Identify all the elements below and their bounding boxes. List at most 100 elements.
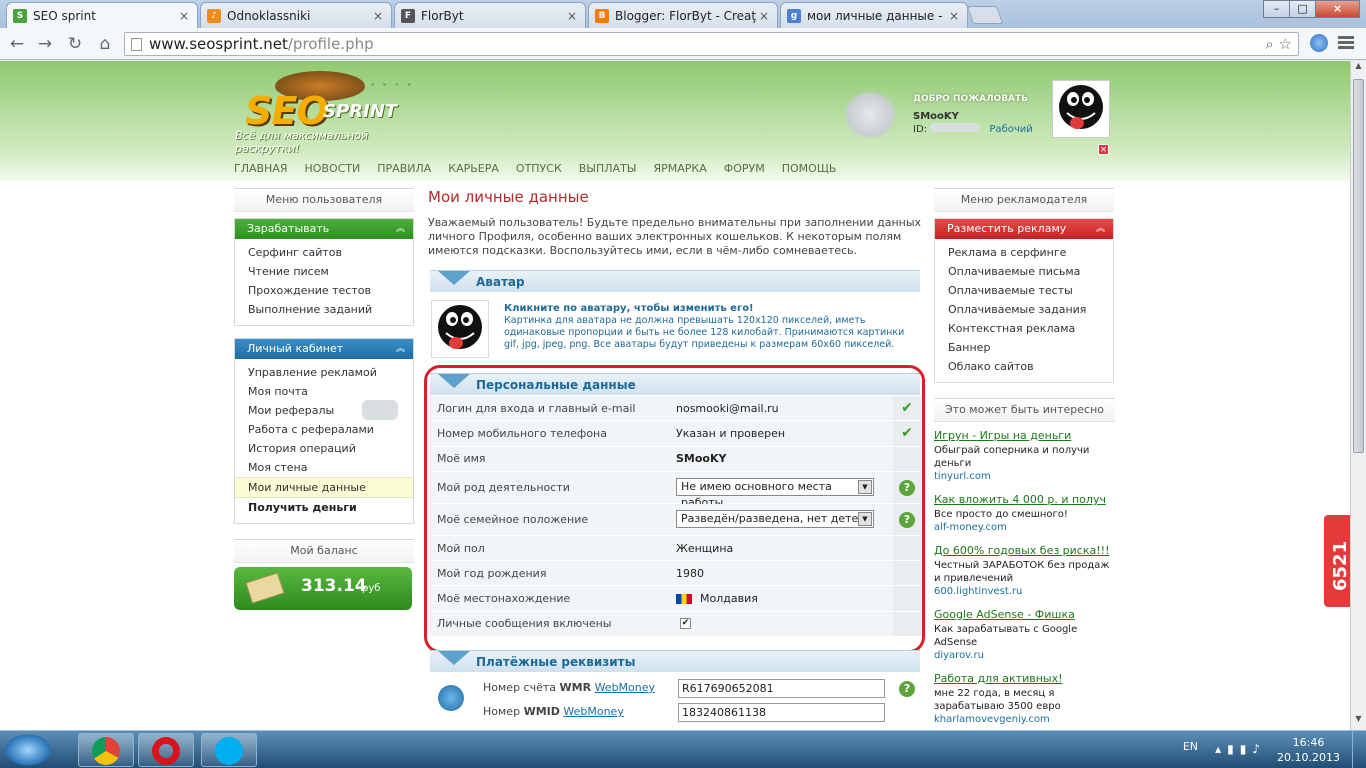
reload-button[interactable]: ↻ — [64, 33, 86, 55]
help-icon[interactable]: ? — [899, 681, 915, 697]
star-icon[interactable]: ☆ — [1279, 35, 1292, 53]
taskbar-chrome[interactable] — [78, 733, 134, 767]
close-tab-icon[interactable]: × — [565, 9, 579, 23]
main-nav: ГЛАВНАЯ НОВОСТИ ПРАВИЛА КАРЬЕРА ОТПУСК В… — [234, 162, 853, 175]
nav-news[interactable]: НОВОСТИ — [305, 162, 361, 175]
new-tab-button[interactable] — [966, 6, 1004, 24]
extension-icon[interactable] — [1310, 34, 1328, 52]
user-avatar[interactable] — [1052, 80, 1110, 138]
tab-florbyt[interactable]: F FlorByt × — [394, 2, 586, 28]
ads-box: Разместить рекламу ︽ Реклама в серфинге О… — [934, 218, 1114, 383]
chrome-icon — [92, 737, 120, 765]
interest-header: Это может быть интересно — [934, 398, 1115, 422]
profile-avatar[interactable] — [431, 300, 489, 358]
close-tab-icon[interactable]: × — [177, 9, 191, 23]
side-counter-tab[interactable]: 6521 — [1322, 513, 1350, 609]
list-item: Работа для активных! мне 22 года, в меся… — [934, 672, 1063, 725]
intro-text: Уважаемый пользователь! Будьте предельно… — [428, 216, 922, 257]
balance-header: Мой баланс — [234, 539, 414, 563]
language-indicator[interactable]: EN — [1183, 740, 1198, 753]
tab-google[interactable]: g мои личные данные - По × — [780, 2, 968, 28]
tab-odnoklassniki[interactable]: ♪ Odnoklassniki × — [200, 2, 392, 28]
nav-career[interactable]: КАРЬЕРА — [448, 162, 499, 175]
menu-item-referral-work[interactable]: Работа с рефералами — [235, 420, 413, 439]
window-controls: – □ × — [1263, 0, 1360, 18]
back-button[interactable]: ← — [6, 33, 28, 55]
avatar-section-header: Аватар — [430, 270, 920, 292]
webmoney-globe-icon — [438, 685, 464, 711]
opera-icon — [152, 737, 180, 765]
welcome-block: ДОБРО ПОЖАЛОВАТЬ SMooKY ID: Рабочий — [913, 94, 1033, 135]
list-item: Игрун - Игры на деньги Обыграй соперника… — [934, 429, 1090, 482]
menu-item-context-ads[interactable]: Контекстная реклама — [935, 319, 1113, 338]
site-logo[interactable]: SEO SPRINT ˅ ˅ ˅ ˅ Всё для максимальной … — [205, 71, 435, 155]
forward-button[interactable]: → — [34, 33, 56, 55]
menu-item-tasks[interactable]: Выполнение заданий — [235, 300, 413, 319]
balance-panel[interactable]: 313.14 руб — [234, 567, 412, 610]
home-button[interactable]: ⌂ — [94, 33, 116, 55]
start-button[interactable] — [2, 732, 54, 768]
menu-item-ads-manage[interactable]: Управление рекламой — [235, 363, 413, 382]
menu-item-mail[interactable]: Моя почта — [235, 382, 413, 401]
close-window-button[interactable]: × — [1315, 0, 1360, 18]
address-bar[interactable]: www.seosprint.net/profile.php ⌕ ☆ — [124, 32, 1299, 56]
taskbar-skype[interactable] — [201, 733, 257, 767]
webmoney-link[interactable]: WebMoney — [595, 681, 655, 694]
clock[interactable]: 16:46 20.10.2013 — [1277, 735, 1340, 765]
search-icon[interactable]: ⌕ — [1265, 35, 1273, 53]
menu-item-surfing[interactable]: Серфинг сайтов — [235, 243, 413, 262]
blurred-badge — [362, 400, 399, 420]
close-tab-icon[interactable]: × — [757, 9, 771, 23]
google-icon: g — [787, 8, 801, 23]
list-item: Как вложить 4 000 р. и получ Все просто … — [934, 493, 1106, 533]
scroll-down-icon: ▼ — [1355, 714, 1362, 723]
blurred-id — [930, 123, 981, 132]
avatar-help: Кликните по аватару, чтобы изменить его!… — [504, 303, 905, 350]
menu-item-get-money[interactable]: Получить деньги — [235, 498, 413, 517]
webmoney-link[interactable]: WebMoney — [563, 705, 623, 718]
nav-payouts[interactable]: ВЫПЛАТЫ — [579, 162, 637, 175]
cabinet-box-title[interactable]: Личный кабинет ︽ — [235, 339, 413, 359]
show-desktop-button[interactable] — [1352, 731, 1366, 768]
wmr-label: Номер счёта WMR WebMoney — [483, 681, 656, 694]
earn-box-title[interactable]: Зарабатывать ︽ — [235, 219, 413, 239]
nav-help[interactable]: ПОМОЩЬ — [782, 162, 837, 175]
wmid-input[interactable]: 183240861138 — [678, 703, 885, 722]
tab-blogger[interactable]: B Blogger: FlorByt - Creaţi o × — [588, 2, 778, 28]
minimize-button[interactable]: – — [1263, 0, 1290, 18]
blogger-icon: B — [595, 8, 609, 23]
nav-fair[interactable]: ЯРМАРКА — [654, 162, 707, 175]
close-tab-icon[interactable]: × — [371, 9, 385, 23]
page-icon — [131, 38, 142, 51]
menu-item-tests[interactable]: Прохождение тестов — [235, 281, 413, 300]
nav-forum[interactable]: ФОРУМ — [724, 162, 765, 175]
menu-item-paid-tasks[interactable]: Оплачиваемые задания — [935, 300, 1113, 319]
nav-vacation[interactable]: ОТПУСК — [516, 162, 562, 175]
menu-item-surf-ads[interactable]: Реклама в серфинге — [935, 243, 1113, 262]
menu-item-site-cloud[interactable]: Облако сайтов — [935, 357, 1113, 376]
menu-icon[interactable] — [1338, 36, 1354, 51]
menu-item-referrals[interactable]: Мои рефералы — [235, 400, 413, 420]
menu-item-banner[interactable]: Баннер — [935, 338, 1113, 357]
maximize-button[interactable]: □ — [1289, 0, 1316, 18]
nav-home[interactable]: ГЛАВНАЯ — [234, 162, 288, 175]
interest-list: Игрун - Игры на деньги Обыграй соперника… — [934, 429, 1119, 730]
smiley-avatar-icon — [438, 305, 482, 349]
blurred-avatar — [844, 91, 896, 139]
close-tab-icon[interactable]: × — [947, 9, 961, 23]
tray-icons[interactable]: ▴▮▮♪ — [1215, 742, 1266, 756]
taskbar-opera[interactable] — [138, 733, 194, 767]
tab-seosprint[interactable]: S SEO sprint × — [6, 2, 198, 28]
menu-item-paid-tests[interactable]: Оплачиваемые тесты — [935, 281, 1113, 300]
wmr-input[interactable]: R617690652081 — [678, 679, 885, 698]
scrollbar-thumb[interactable] — [1353, 79, 1364, 453]
menu-item-wall[interactable]: Моя стена — [235, 458, 413, 477]
menu-item-personal-data[interactable]: Мои личные данные — [235, 477, 413, 498]
menu-item-paid-letters[interactable]: Оплачиваемые письма — [935, 262, 1113, 281]
close-icon[interactable]: × — [1098, 144, 1109, 155]
page-scrollbar[interactable]: ▲ ▼ — [1350, 61, 1366, 730]
menu-item-history[interactable]: История операций — [235, 439, 413, 458]
ads-box-title[interactable]: Разместить рекламу ︽ — [935, 219, 1113, 239]
menu-item-letters[interactable]: Чтение писем — [235, 262, 413, 281]
nav-rules[interactable]: ПРАВИЛА — [377, 162, 431, 175]
